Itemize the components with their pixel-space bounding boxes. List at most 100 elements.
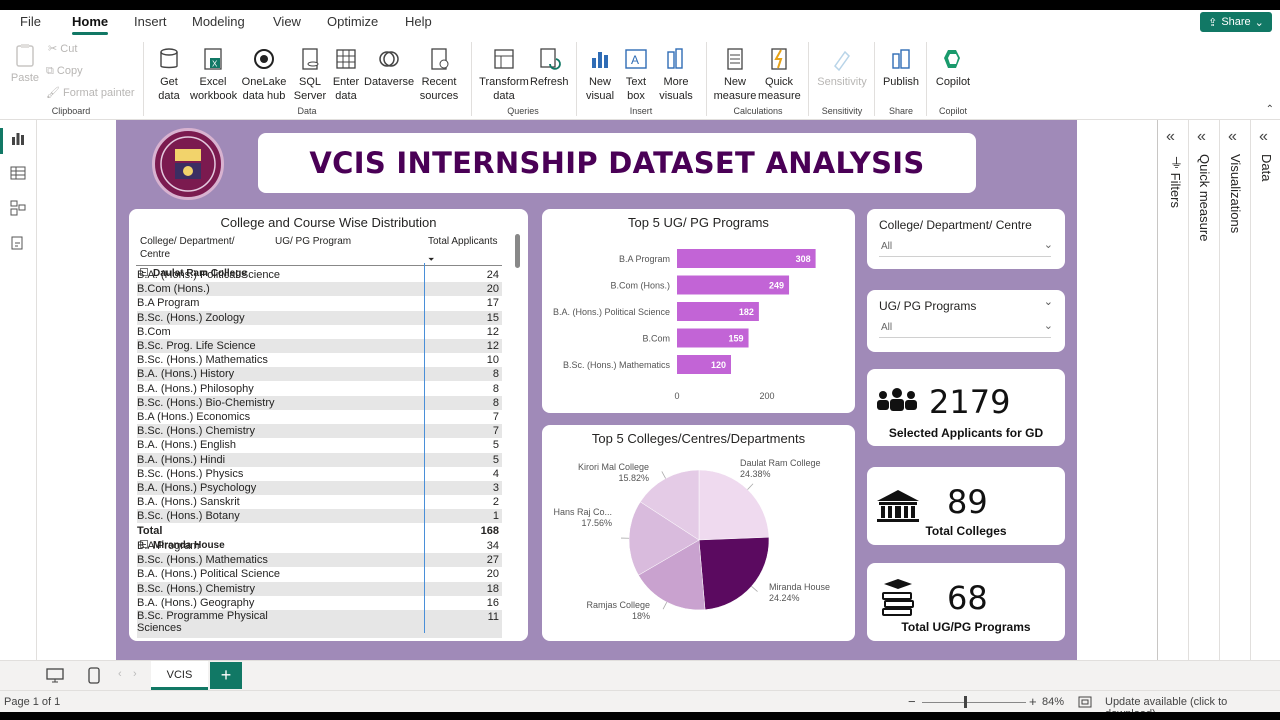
table-row[interactable]: B.A. (Hons.) Political Science 20 [137, 567, 502, 581]
table-view-icon[interactable] [10, 165, 26, 181]
share-button[interactable]: ⇪ Share ⌄ [1200, 12, 1272, 32]
table-row[interactable]: B.A. (Hons.) Sanskrit 2 [137, 495, 502, 509]
chevron-down-icon[interactable]: ⌄ [1044, 295, 1053, 308]
new-measure-button[interactable]: New measure [712, 40, 758, 103]
table-row[interactable]: B.A Program 17 [137, 296, 502, 310]
college-slicer[interactable]: College/ Department/ Centre All ⌄ [867, 209, 1065, 269]
matrix-header-college[interactable]: College/ Department/ Centre [140, 235, 260, 261]
table-row[interactable]: B.A Program 34 [137, 539, 502, 553]
table-row[interactable]: B.Sc. (Hons.) Bio-Chemistry 8 [137, 395, 502, 410]
table-row[interactable]: B.Sc. (Hons.) Chemistry 18 [137, 581, 502, 596]
filters-pane[interactable]: « ⏚ Filters [1158, 120, 1189, 660]
quick-measure-button[interactable]: Quick measure [758, 40, 801, 103]
excel-icon: X [204, 48, 222, 70]
top-colleges-card[interactable]: Top 5 Colleges/Centres/Departments Daula… [542, 425, 855, 641]
menu-file[interactable]: File [20, 14, 41, 29]
table-row[interactable]: B.A. (Hons.) History 8 [137, 367, 502, 382]
matrix-scrollbar[interactable] [515, 234, 520, 268]
excel-workbook-button[interactable]: X Excel workbook [190, 40, 237, 103]
zoom-level[interactable]: 84% [1042, 696, 1064, 708]
table-row[interactable]: B.Sc. Programme Physical Sciences 11 [137, 610, 502, 638]
onelake-button[interactable]: OneLake data hub [238, 40, 290, 103]
fit-to-page-icon[interactable] [1078, 696, 1092, 708]
report-view-icon[interactable] [10, 130, 26, 146]
format-painter-button[interactable]: 🖌 Format painter [46, 86, 135, 100]
top-programs-card[interactable]: Top 5 UG/ PG Programs B.A Program 308 B.Co… [542, 209, 855, 413]
zoom-slider-track[interactable] [922, 702, 1026, 703]
program-name: B.A Program [137, 297, 200, 310]
kpi-card-colleges[interactable]: 89 Total Colleges [867, 467, 1065, 545]
dax-query-icon[interactable] [10, 235, 26, 251]
menu-insert[interactable]: Insert [134, 14, 167, 29]
menu-optimize[interactable]: Optimize [327, 14, 378, 29]
table-row[interactable]: B.Sc. Prog. Life Science 12 [137, 339, 502, 353]
get-data-label: Get data [158, 76, 180, 102]
zoom-in-icon[interactable]: + [1029, 694, 1037, 709]
sort-desc-icon[interactable]: ⏷ [428, 255, 434, 265]
table-row[interactable]: B.Sc. (Hons.) Chemistry 7 [137, 424, 502, 439]
enter-data-button[interactable]: Enter data [330, 40, 362, 103]
table-row[interactable]: B.Sc. (Hons.) Botany 1 [137, 509, 502, 524]
paste-button[interactable]: Paste [8, 36, 42, 85]
table-row[interactable]: B.A. (Hons.) Political Science 24 [137, 268, 502, 282]
table-row[interactable]: B.A. (Hons.) Hindi 5 [137, 452, 502, 467]
mobile-layout-icon[interactable] [88, 667, 100, 684]
next-page-icon[interactable]: › [133, 668, 137, 680]
text-box-button[interactable]: A Text box [620, 40, 652, 103]
applicant-count: 10 [486, 354, 499, 367]
matrix-header-total[interactable]: Total Applicants [428, 235, 498, 248]
menu-help[interactable]: Help [405, 14, 432, 29]
table-row[interactable]: B.Sc. (Hons.) Zoology 15 [137, 310, 502, 325]
kpi-card-selected[interactable]: 2179 Selected Applicants for GD [867, 369, 1065, 446]
table-row[interactable]: B.Sc. (Hons.) Mathematics 27 [137, 553, 502, 568]
sensitivity-button[interactable]: Sensitivity [814, 40, 870, 89]
more-visuals-button[interactable]: More visuals [654, 40, 698, 103]
table-row[interactable]: B.A. (Hons.) Geography 16 [137, 596, 502, 610]
menu-home[interactable]: Home [72, 14, 109, 35]
slicer-value[interactable]: All [881, 241, 892, 252]
table-row[interactable]: B.Sc. (Hons.) Mathematics 10 [137, 353, 502, 367]
zoom-slider-thumb[interactable] [964, 696, 967, 708]
kpi-card-programs[interactable]: 68 Total UG/PG Programs [867, 563, 1065, 641]
table-row[interactable]: B.A. (Hons.) English 5 [137, 438, 502, 452]
table-row[interactable]: B.A (Hons.) Economics 7 [137, 410, 502, 424]
copy-button[interactable]: ⧉ Copy [46, 64, 83, 78]
expand-icon[interactable]: « [1259, 128, 1268, 146]
refresh-button[interactable]: Refresh [530, 40, 569, 89]
menu-view[interactable]: View [273, 14, 301, 29]
visualizations-pane[interactable]: « Visualizations [1220, 120, 1251, 660]
table-row[interactable]: B.Com (Hons.) 20 [137, 282, 502, 297]
collapse-ribbon-icon[interactable]: ⌃ [1266, 104, 1274, 115]
copilot-button[interactable]: Copilot [932, 40, 974, 89]
chevron-down-icon[interactable]: ⌄ [1044, 319, 1053, 332]
cut-button[interactable]: ✂ Cut [48, 42, 77, 56]
get-data-button[interactable]: Get data [150, 40, 188, 103]
add-page-button[interactable]: + [210, 662, 242, 689]
transform-data-button[interactable]: Transform data [478, 40, 530, 103]
dataverse-button[interactable]: Dataverse [364, 40, 414, 89]
zoom-out-icon[interactable]: − [908, 694, 916, 709]
program-slicer[interactable]: UG/ PG Programs ⌄ All ⌄ [867, 290, 1065, 352]
sql-server-button[interactable]: SQL Server [292, 40, 328, 103]
page-tab-vcis[interactable]: VCIS [151, 661, 208, 690]
table-row[interactable]: B.A. (Hons.) Psychology 3 [137, 481, 502, 495]
pie-slice [698, 469, 770, 541]
prev-page-icon[interactable]: ‹ [118, 668, 122, 680]
desktop-layout-icon[interactable] [46, 668, 64, 683]
table-row[interactable]: B.Sc. (Hons.) Physics 4 [137, 467, 502, 481]
model-view-icon[interactable] [10, 200, 26, 216]
menu-modeling[interactable]: Modeling [192, 14, 245, 29]
chevron-down-icon[interactable]: ⌄ [1044, 238, 1053, 251]
expand-icon[interactable]: « [1166, 128, 1175, 146]
expand-icon[interactable]: « [1197, 128, 1206, 146]
expand-icon[interactable]: « [1228, 128, 1237, 146]
new-visual-button[interactable]: New visual [582, 40, 618, 103]
recent-sources-button[interactable]: Recent sources [414, 40, 464, 103]
slicer-value[interactable]: All [881, 322, 892, 333]
table-row[interactable]: B.Com 12 [137, 325, 502, 339]
publish-button[interactable]: Publish [880, 40, 922, 89]
table-row[interactable]: B.A. (Hons.) Philosophy 8 [137, 382, 502, 396]
data-pane[interactable]: « Data [1251, 120, 1280, 660]
matrix-header-program[interactable]: UG/ PG Program [275, 235, 351, 248]
quick-measure-pane[interactable]: « Quick measure [1189, 120, 1220, 660]
